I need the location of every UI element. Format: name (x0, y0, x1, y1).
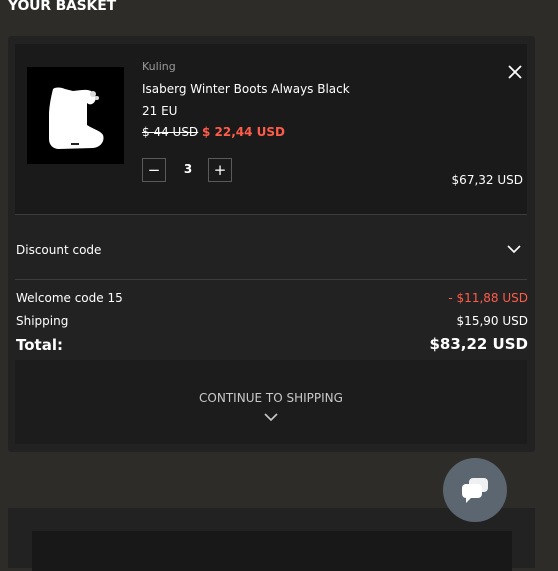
discount-code-toggle[interactable]: Discount code (15, 215, 527, 279)
quantity-increase-button[interactable]: + (208, 158, 232, 182)
chevron-down-icon (264, 413, 278, 422)
chat-button[interactable] (443, 458, 507, 522)
total-label: Total: (16, 336, 63, 354)
boot-image (49, 87, 104, 149)
next-section-panel (32, 531, 512, 571)
line-total: $67,32 USD (451, 173, 523, 187)
product-brand: Kuling (142, 60, 176, 73)
continue-to-shipping-label: CONTINUE TO SHIPPING (199, 391, 343, 405)
continue-to-shipping-button[interactable]: CONTINUE TO SHIPPING (15, 360, 527, 444)
chat-icon (462, 478, 488, 503)
page-title: YOUR BASKET (8, 0, 116, 14)
original-price: $ 44 USD (142, 125, 199, 139)
product-image[interactable] (27, 67, 124, 164)
sale-price: $ 22,44 USD (202, 125, 286, 139)
shipping-label: Shipping (16, 314, 69, 328)
product-name[interactable]: Isaberg Winter Boots Always Black (142, 82, 350, 96)
discount-code-label: Discount code (16, 243, 102, 257)
quantity-value: 3 (183, 162, 193, 176)
close-icon[interactable] (506, 63, 524, 81)
shipping-value: $15,90 USD (456, 314, 528, 328)
total-value: $83,22 USD (429, 335, 528, 353)
product-size: 21 EU (142, 104, 178, 118)
chevron-down-icon (507, 245, 521, 254)
welcome-code-label: Welcome code 15 (16, 291, 123, 305)
divider (15, 279, 527, 280)
welcome-code-value: - $11,88 USD (448, 291, 528, 305)
quantity-decrease-button[interactable]: − (142, 158, 166, 182)
